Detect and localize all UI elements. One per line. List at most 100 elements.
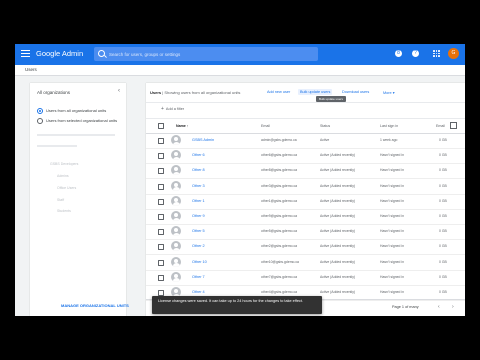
user-name-link[interactable]: Other 3 xyxy=(192,184,205,188)
user-status: Active (Added recently) xyxy=(320,244,356,249)
row-checkbox[interactable] xyxy=(158,244,164,251)
radio-all-org-units[interactable]: Users from all organizational units xyxy=(37,108,106,114)
user-email-usage: 0 GB xyxy=(439,153,447,158)
user-name-link[interactable]: Other 4 xyxy=(192,290,205,294)
column-header-status[interactable]: Status xyxy=(320,124,330,128)
divider xyxy=(146,102,465,103)
table-row[interactable]: Other 6 other6@gsbs.gdemo.ca Active (Added… xyxy=(146,148,465,165)
column-header-last-sign-in[interactable]: Last sign in xyxy=(380,124,398,128)
user-status: Active (Added recently) xyxy=(320,229,356,234)
user-name-link[interactable]: Other 2 xyxy=(192,244,205,248)
user-status: Active (Added recently) xyxy=(320,259,356,264)
user-name-link[interactable]: GSBS Admin xyxy=(192,138,214,142)
manage-org-units-link[interactable]: MANAGE ORGANIZATIONAL UNITS xyxy=(61,303,129,308)
prev-page-icon[interactable]: ‹ xyxy=(438,304,440,310)
user-last-sign-in: 1 week ago xyxy=(380,138,398,142)
plus-icon: + xyxy=(161,106,164,112)
user-email: other7@gsbs.gdemo.ca xyxy=(261,274,298,279)
table-row[interactable]: Other 10 other10@gsbs.gdemo.ca Active (Add… xyxy=(146,255,465,271)
breadcrumb[interactable]: Users xyxy=(25,67,37,72)
user-last-sign-in: Hasn't signed in xyxy=(380,244,405,249)
org-tree-item: Office Users xyxy=(57,186,77,190)
table-row[interactable]: Other 9 other9@gsbs.gdemo.ca Active (Added… xyxy=(146,209,465,225)
user-last-sign-in: Hasn't signed in xyxy=(380,290,405,294)
row-checkbox[interactable] xyxy=(158,198,164,205)
user-email: other3@gsbs.gdemo.ca xyxy=(261,183,298,188)
notifications-icon[interactable]: 8 xyxy=(395,50,402,57)
table-row[interactable]: Other 3 other3@gsbs.gdemo.ca Active (Added… xyxy=(146,179,465,195)
user-name-link[interactable]: Other 9 xyxy=(192,214,205,218)
user-avatar xyxy=(171,241,181,252)
apps-grid-icon[interactable] xyxy=(433,50,440,57)
user-status: Active (Added recently) xyxy=(320,153,356,158)
row-checkbox[interactable] xyxy=(158,138,164,144)
top-app-bar: Google Admin 8 ? G xyxy=(15,44,465,65)
collapse-panel-icon[interactable]: ‹ xyxy=(118,88,120,94)
snackbar-message: License changes were saved. It can take … xyxy=(158,299,303,303)
download-users-button[interactable]: Download users xyxy=(342,90,369,94)
row-checkbox[interactable] xyxy=(158,259,164,266)
org-tree-item: Staff xyxy=(57,198,65,202)
user-avatar xyxy=(171,271,181,282)
org-tree-root: GSBS Developers xyxy=(50,162,79,166)
table-row[interactable]: Other 2 other2@gsbs.gdemo.ca Active (Added… xyxy=(146,239,465,256)
column-header-name[interactable]: Name ↑ xyxy=(176,124,189,128)
user-email: other9@gsbs.gdemo.ca xyxy=(261,214,298,218)
radio-label: Users from all organizational units xyxy=(46,108,107,114)
table-row[interactable]: Other 5 other5@gsbs.gdemo.ca Active (Added… xyxy=(146,224,465,241)
row-checkbox[interactable] xyxy=(158,229,164,236)
account-avatar[interactable]: G xyxy=(448,48,459,59)
table-row[interactable]: Other 8 other8@gsbs.gdemo.ca Active (Added… xyxy=(146,163,465,180)
user-email-usage: 0 GB xyxy=(439,274,447,279)
row-checkbox[interactable] xyxy=(158,168,164,175)
user-last-sign-in: Hasn't signed in xyxy=(380,229,405,234)
org-filter-panel: All organizations ‹ Users from all organ… xyxy=(30,83,129,316)
user-name-link[interactable]: Other 5 xyxy=(192,229,205,233)
user-status: Active (Added recently) xyxy=(320,274,356,279)
next-page-icon[interactable]: › xyxy=(452,304,454,310)
logo-prefix: Google xyxy=(36,49,61,58)
user-avatar xyxy=(171,195,181,206)
user-status: Active (Added recently) xyxy=(320,290,356,294)
column-header-email-usage[interactable]: Email xyxy=(436,124,445,128)
disabled-search-line xyxy=(37,134,115,136)
user-email: admin@gsbs.gdemo.ca xyxy=(261,138,297,142)
user-name-link[interactable]: Other 6 xyxy=(192,153,205,157)
select-all-checkbox[interactable] xyxy=(158,123,164,129)
radio-selected-icon xyxy=(37,108,43,114)
sort-arrow-icon: ↑ xyxy=(186,124,189,128)
column-selector-icon[interactable] xyxy=(450,122,457,129)
search-box[interactable] xyxy=(94,47,318,61)
row-checkbox[interactable] xyxy=(158,183,164,190)
breadcrumb-bar: Users xyxy=(15,65,465,76)
user-name-link[interactable]: Other 8 xyxy=(192,168,205,172)
user-email-usage: 0 GB xyxy=(439,214,447,218)
app-logo[interactable]: Google Admin xyxy=(36,49,83,58)
user-status: Active (Added recently) xyxy=(320,168,356,173)
radio-selected-org-units[interactable]: Users from selected organizational units xyxy=(37,118,117,124)
org-tree-item: Students xyxy=(57,209,71,213)
table-row[interactable]: Other 1 other1@gsbs.gdemo.ca Active (Added… xyxy=(146,194,465,210)
add-new-user-button[interactable]: Add new user xyxy=(267,90,290,94)
table-row[interactable]: GSBS Admin admin@gsbs.gdemo.ca Active 1 wee… xyxy=(146,133,465,149)
admin-console: Google Admin 8 ? G Users All organizatio… xyxy=(15,44,465,316)
user-name-link[interactable]: Other 1 xyxy=(192,199,205,203)
column-header-email[interactable]: Email xyxy=(261,124,270,128)
user-name-link[interactable]: Other 10 xyxy=(192,260,207,264)
user-email-usage: 0 GB xyxy=(439,198,447,203)
row-checkbox[interactable] xyxy=(158,153,164,160)
more-label: More xyxy=(383,91,392,95)
row-checkbox[interactable] xyxy=(158,214,164,220)
more-button[interactable]: More ▾ xyxy=(383,90,395,95)
help-icon[interactable]: ? xyxy=(412,50,419,57)
row-checkbox[interactable] xyxy=(158,274,164,281)
search-input[interactable] xyxy=(109,49,309,59)
bulk-update-users-button[interactable]: Bulk update users xyxy=(298,89,333,95)
user-name-link[interactable]: Other 7 xyxy=(192,275,205,279)
table-row[interactable]: Other 7 other7@gsbs.gdemo.ca Active (Added… xyxy=(146,270,465,286)
add-filter-button[interactable]: + Add a filter xyxy=(161,106,184,112)
user-email: other2@gsbs.gdemo.ca xyxy=(261,244,298,249)
menu-icon[interactable] xyxy=(21,50,30,58)
user-email-usage: 0 GB xyxy=(439,138,447,142)
user-avatar xyxy=(171,256,181,267)
